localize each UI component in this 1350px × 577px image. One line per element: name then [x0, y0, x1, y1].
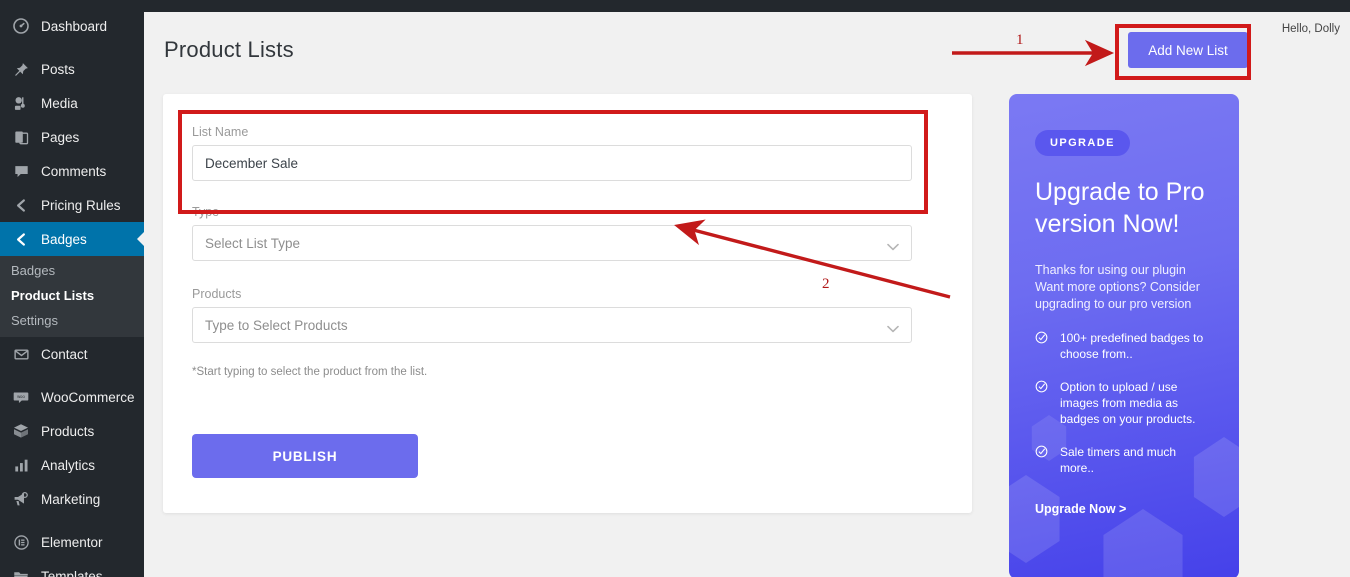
- dashboard-icon: [11, 16, 31, 36]
- admin-sidebar: Dashboard Posts Media Pages Comments Pri…: [0, 0, 144, 577]
- sidebar-item-marketing[interactable]: Marketing: [0, 482, 144, 516]
- sidebar-item-pages[interactable]: Pages: [0, 120, 144, 154]
- upgrade-feature-label: Sale timers and much more..: [1060, 445, 1177, 475]
- sidebar-item-analytics[interactable]: Analytics: [0, 448, 144, 482]
- sidebar-item-label: Templates: [41, 568, 103, 577]
- elementor-icon: [11, 532, 31, 552]
- sidebar-item-pricing-rules[interactable]: Pricing Rules: [0, 188, 144, 222]
- svg-text:woo: woo: [17, 394, 25, 399]
- media-icon: [11, 93, 31, 113]
- products-label: Products: [192, 287, 242, 301]
- type-field-group: Type: [192, 205, 912, 261]
- sidebar-item-comments[interactable]: Comments: [0, 154, 144, 188]
- sidebar-item-badges[interactable]: Badges: [0, 222, 144, 256]
- sidebar-item-templates[interactable]: Templates: [0, 559, 144, 577]
- comments-icon: [11, 161, 31, 181]
- envelope-icon: [11, 344, 31, 364]
- sidebar-item-label: Marketing: [41, 491, 101, 507]
- submenu-item-settings[interactable]: Settings: [0, 308, 144, 333]
- admin-bar: [144, 0, 1350, 12]
- sidebar-item-label: Media: [41, 95, 78, 111]
- chevron-left-icon: [11, 229, 31, 249]
- list-name-field-group: List Name: [192, 125, 912, 181]
- annotation-step-2: 2: [822, 276, 830, 292]
- sidebar-item-products[interactable]: Products: [0, 414, 144, 448]
- sidebar-item-label: Posts: [41, 61, 75, 77]
- type-select[interactable]: [192, 225, 912, 261]
- sidebar-item-posts[interactable]: Posts: [0, 52, 144, 86]
- sidebar-item-elementor[interactable]: Elementor: [0, 525, 144, 559]
- publish-button[interactable]: PUBLISH: [192, 434, 418, 478]
- sidebar-item-label: Analytics: [41, 457, 96, 473]
- check-circle-icon: [1035, 444, 1052, 476]
- box-icon: [11, 421, 31, 441]
- upgrade-feature-item: 100+ predefined badges to choose from..: [1035, 330, 1213, 362]
- sidebar-item-label: Comments: [41, 163, 107, 179]
- upgrade-badge: UPGRADE: [1035, 130, 1130, 156]
- upgrade-promo-panel: UPGRADE Upgrade to Pro version Now! Than…: [1009, 94, 1239, 577]
- sidebar-item-label: Elementor: [41, 534, 103, 550]
- upgrade-feature-label: 100+ predefined badges to choose from..: [1060, 331, 1204, 361]
- products-field-group: Products: [192, 287, 912, 343]
- list-name-label: List Name: [192, 125, 249, 139]
- megaphone-icon: [11, 489, 31, 509]
- product-list-form-card: List Name Type Products: [163, 94, 972, 513]
- upgrade-now-link[interactable]: Upgrade Now >: [1035, 502, 1213, 516]
- sidebar-item-label: Products: [41, 423, 95, 439]
- sidebar-item-label: Dashboard: [41, 18, 108, 34]
- upgrade-heading: Upgrade to Pro version Now!: [1035, 178, 1205, 238]
- upgrade-description: Thanks for using our plugin Want more op…: [1035, 263, 1200, 311]
- bar-chart-icon: [11, 455, 31, 475]
- woocommerce-icon: woo: [11, 387, 31, 407]
- admin-screen: Dashboard Posts Media Pages Comments Pri…: [0, 0, 1350, 577]
- upgrade-feature-item: Sale timers and much more..: [1035, 444, 1213, 476]
- badges-submenu: Badges Product Lists Settings: [0, 256, 144, 337]
- upgrade-feature-item: Option to upload / use images from media…: [1035, 379, 1213, 427]
- sidebar-item-label: Pages: [41, 129, 80, 145]
- content-area: Hello, Dolly Product Lists Add New List …: [144, 12, 1350, 577]
- sidebar-item-label: Pricing Rules: [41, 197, 121, 213]
- submenu-item-badges[interactable]: Badges: [0, 258, 144, 283]
- sidebar-item-label: WooCommerce: [41, 389, 135, 405]
- add-new-list-button[interactable]: Add New List: [1128, 32, 1248, 68]
- type-label: Type: [192, 205, 220, 219]
- pin-icon: [11, 59, 31, 79]
- check-circle-icon: [1035, 379, 1052, 427]
- products-help-text: *Start typing to select the product from…: [192, 366, 428, 378]
- sidebar-item-contact[interactable]: Contact: [0, 337, 144, 371]
- submenu-item-product-lists[interactable]: Product Lists: [0, 283, 144, 308]
- pages-icon: [11, 127, 31, 147]
- products-select[interactable]: [192, 307, 912, 343]
- check-circle-icon: [1035, 330, 1052, 362]
- page-title: Product Lists: [164, 37, 294, 62]
- hello-dolly-text: Hello, Dolly: [1281, 23, 1340, 35]
- sidebar-item-dashboard[interactable]: Dashboard: [0, 9, 144, 43]
- upgrade-feature-label: Option to upload / use images from media…: [1060, 380, 1196, 426]
- sidebar-item-woocommerce[interactable]: woo WooCommerce: [0, 380, 144, 414]
- chevron-left-icon: [11, 195, 31, 215]
- sidebar-item-label: Badges: [41, 231, 87, 247]
- hexagon-decoration-icon: [1103, 509, 1183, 577]
- list-name-input[interactable]: [192, 145, 912, 181]
- folder-icon: [11, 566, 31, 577]
- sidebar-item-media[interactable]: Media: [0, 86, 144, 120]
- sidebar-item-label: Contact: [41, 346, 88, 362]
- annotation-step-1: 1: [1016, 32, 1024, 48]
